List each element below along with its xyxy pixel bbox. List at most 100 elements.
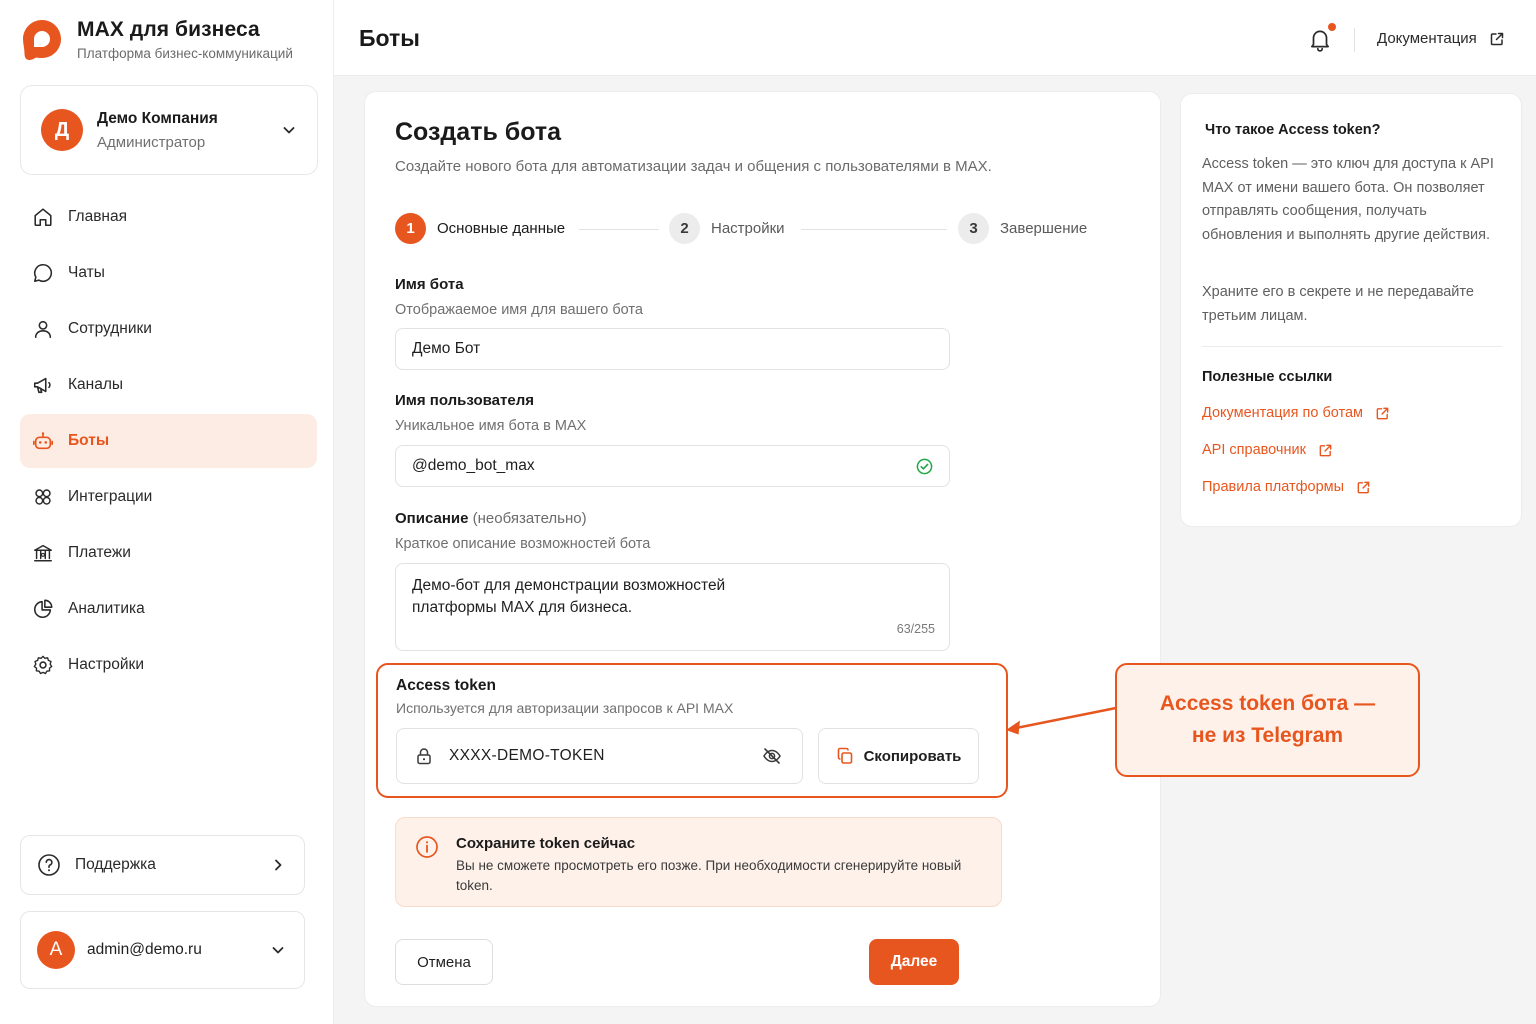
token-input[interactable]: XXXX-DEMO-TOKEN <box>396 728 803 784</box>
copy-token-button[interactable]: Скопировать <box>818 728 979 784</box>
nav-label: Настройки <box>68 656 145 673</box>
chevron-down-icon <box>272 947 284 954</box>
link-label: Правила платформы <box>1202 479 1345 495</box>
eye-off-icon[interactable] <box>762 746 782 766</box>
token-label: Access token <box>396 677 496 694</box>
username-input[interactable]: @demo_bot_max <box>395 445 950 487</box>
warning-text: Вы не сможете просмотреть его позже. При… <box>456 858 962 893</box>
description-line: Демо-бот для демонстрации возможностей <box>412 577 726 594</box>
nav-label: Аналитика <box>68 600 145 617</box>
step-settings[interactable]: 2 Настройки <box>669 213 785 244</box>
callout-arrow-icon <box>1006 706 1118 735</box>
next-button[interactable]: Далее <box>869 939 959 985</box>
step-connector <box>801 229 947 230</box>
check-circle-icon <box>916 458 933 474</box>
puzzle-icon <box>35 489 51 505</box>
external-link-icon <box>1376 407 1389 419</box>
nav-item-channels[interactable]: Каналы <box>20 358 317 412</box>
form-title: Создать бота <box>395 118 561 146</box>
copy-label: Скопировать <box>863 747 962 765</box>
nav-item-chats[interactable]: Чаты <box>20 246 317 300</box>
token-hint: Используется для авторизации запросов к … <box>396 700 734 716</box>
max-logo-icon <box>23 19 61 60</box>
user-avatar: A <box>37 931 75 969</box>
step-connector <box>579 229 659 230</box>
user-icon <box>34 320 52 339</box>
bot-name-input[interactable]: Демо Бот <box>395 328 950 370</box>
step-finish[interactable]: 3 Завершение <box>958 213 1087 244</box>
step-number: 2 <box>669 213 700 244</box>
nav-item-employees[interactable]: Сотрудники <box>20 302 317 356</box>
chat-icon <box>33 263 53 283</box>
documentation-link[interactable]: Документация <box>1377 30 1505 47</box>
bot-name-label: Имя бота <box>395 276 464 293</box>
nav-label: Сотрудники <box>68 320 152 337</box>
nav-item-analytics[interactable]: Аналитика <box>20 582 317 636</box>
top-header: Боты Документация <box>334 0 1536 76</box>
main-nav: Главная Чаты Сотрудники Каналы Боты Инте… <box>20 190 317 694</box>
company-switcher[interactable]: Д Демо Компания Администратор <box>20 85 318 175</box>
company-avatar: Д <box>41 109 83 151</box>
lock-icon <box>417 748 431 765</box>
description-label: Описание (необязательно) <box>395 510 587 527</box>
useful-links-title: Полезные ссылки <box>1202 369 1333 385</box>
nav-item-bots[interactable]: Боты <box>20 414 317 468</box>
callout-line: Access token бота — <box>1159 692 1376 715</box>
info-paragraph: Access token — это ключ для доступа к AP… <box>1202 156 1494 243</box>
brand-subtitle: Платформа бизнес-коммуникаций <box>77 46 293 61</box>
support-label: Поддержка <box>75 856 156 873</box>
bot-name-value: Демо Бот <box>412 340 481 357</box>
notification-dot <box>1328 23 1336 31</box>
step-number: 1 <box>395 213 426 244</box>
step-label: Завершение <box>1000 220 1088 237</box>
callout-line: не из Telegram <box>1191 724 1344 747</box>
nav-label: Платежи <box>68 544 131 561</box>
description-line: платформы MAX для бизнеса. <box>412 599 633 616</box>
nav-item-home[interactable]: Главная <box>20 190 317 244</box>
nav-item-payments[interactable]: Платежи <box>20 526 317 580</box>
bank-icon <box>34 544 52 562</box>
step-basic[interactable]: 1 Основные данные <box>395 213 565 244</box>
stepper: 1 Основные данные 2 Настройки 3 Завершен… <box>395 213 1095 245</box>
nav-item-integrations[interactable]: Интеграции <box>20 470 317 524</box>
step-number: 3 <box>958 213 989 244</box>
username-hint: Уникальное имя бота в MAX <box>395 418 587 434</box>
link-platform-rules[interactable]: Правила платформы <box>1202 479 1371 495</box>
company-name: Демо Компания <box>97 109 218 127</box>
warning-title: Сохраните token сейчас <box>456 835 636 852</box>
gear-icon <box>33 655 53 675</box>
external-link-icon <box>1357 481 1370 493</box>
megaphone-icon <box>33 377 51 394</box>
nav-item-settings[interactable]: Настройки <box>20 638 317 692</box>
annotation-callout: Access token бота — не из Telegram <box>1115 663 1420 777</box>
support-button[interactable]: Поддержка <box>20 835 305 895</box>
company-role: Администратор <box>97 133 206 151</box>
header-divider <box>1354 28 1355 52</box>
info-paragraph: Храните его в секрете и не передавайте т… <box>1202 284 1474 324</box>
link-api-reference[interactable]: API справочник <box>1202 442 1333 458</box>
pie-chart-icon <box>34 599 53 618</box>
info-title: Что такое Access token? <box>1205 122 1381 138</box>
user-email: admin@demo.ru <box>87 941 202 958</box>
bot-icon <box>33 432 53 450</box>
link-bot-docs[interactable]: Документация по ботам <box>1202 405 1390 421</box>
link-label: API справочник <box>1202 442 1306 458</box>
copy-icon <box>837 747 852 764</box>
user-menu[interactable]: A admin@demo.ru <box>20 911 305 989</box>
description-textarea[interactable]: Демо-бот для демонстрации возможностей п… <box>395 563 950 651</box>
token-info-card: Что такое Access token? Access token — э… <box>1180 93 1522 527</box>
brand[interactable]: MAX для бизнеса Платформа бизнес-коммуни… <box>22 18 293 61</box>
chevron-down-icon <box>283 127 295 134</box>
nav-label: Главная <box>68 208 127 225</box>
documentation-label: Документация <box>1377 30 1477 47</box>
username-value: @demo_bot_max <box>412 457 535 474</box>
help-circle-icon <box>38 854 60 876</box>
access-token-section: Access token Используется для авторизаци… <box>376 663 1008 798</box>
create-bot-card: Создать бота Создайте нового бота для ав… <box>364 91 1161 1007</box>
description-optional: (необязательно) <box>472 510 587 527</box>
nav-label: Каналы <box>68 376 124 393</box>
description-label-text: Описание <box>395 510 469 527</box>
brand-title: MAX для бизнеса <box>77 18 260 41</box>
description-hint: Краткое описание возможностей бота <box>395 536 651 552</box>
cancel-button[interactable]: Отмена <box>395 939 493 985</box>
